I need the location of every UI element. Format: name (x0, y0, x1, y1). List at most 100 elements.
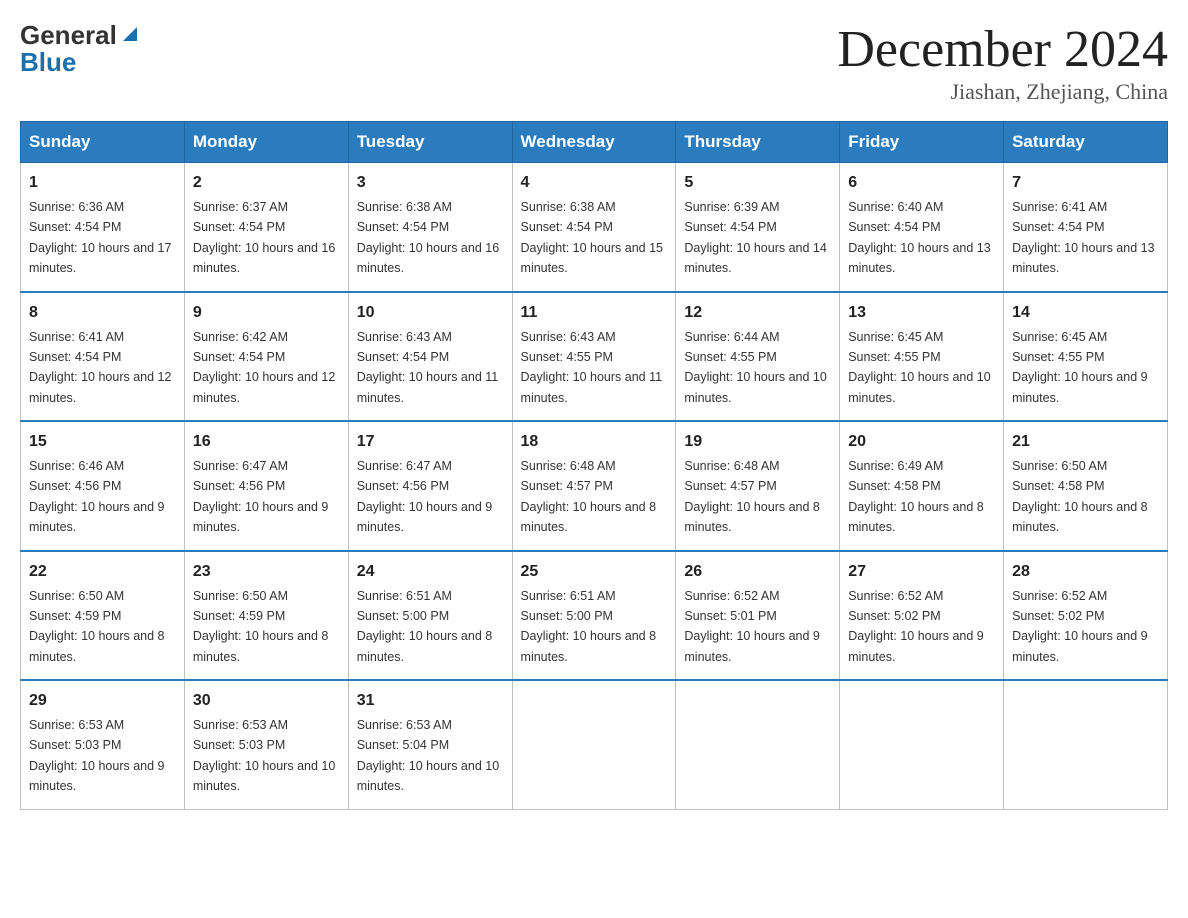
weekday-header-row: SundayMondayTuesdayWednesdayThursdayFrid… (21, 122, 1168, 163)
calendar-cell: 15 Sunrise: 6:46 AMSunset: 4:56 PMDaylig… (21, 421, 185, 551)
day-number: 28 (1012, 560, 1159, 584)
calendar-cell: 6 Sunrise: 6:40 AMSunset: 4:54 PMDayligh… (840, 163, 1004, 292)
calendar-cell: 26 Sunrise: 6:52 AMSunset: 5:01 PMDaylig… (676, 551, 840, 681)
day-info: Sunrise: 6:50 AMSunset: 4:58 PMDaylight:… (1012, 459, 1148, 534)
calendar-cell: 2 Sunrise: 6:37 AMSunset: 4:54 PMDayligh… (184, 163, 348, 292)
calendar-cell: 28 Sunrise: 6:52 AMSunset: 5:02 PMDaylig… (1004, 551, 1168, 681)
weekday-header-tuesday: Tuesday (348, 122, 512, 163)
calendar-cell: 19 Sunrise: 6:48 AMSunset: 4:57 PMDaylig… (676, 421, 840, 551)
day-number: 21 (1012, 430, 1159, 454)
day-number: 11 (521, 301, 668, 325)
day-info: Sunrise: 6:38 AMSunset: 4:54 PMDaylight:… (521, 200, 663, 275)
day-number: 10 (357, 301, 504, 325)
day-number: 18 (521, 430, 668, 454)
calendar-cell: 9 Sunrise: 6:42 AMSunset: 4:54 PMDayligh… (184, 292, 348, 422)
calendar-cell: 24 Sunrise: 6:51 AMSunset: 5:00 PMDaylig… (348, 551, 512, 681)
calendar-cell (512, 680, 676, 809)
day-info: Sunrise: 6:52 AMSunset: 5:02 PMDaylight:… (1012, 589, 1148, 664)
calendar-cell: 23 Sunrise: 6:50 AMSunset: 4:59 PMDaylig… (184, 551, 348, 681)
day-info: Sunrise: 6:38 AMSunset: 4:54 PMDaylight:… (357, 200, 499, 275)
day-number: 14 (1012, 301, 1159, 325)
day-number: 22 (29, 560, 176, 584)
calendar-cell (1004, 680, 1168, 809)
calendar-cell: 10 Sunrise: 6:43 AMSunset: 4:54 PMDaylig… (348, 292, 512, 422)
day-number: 1 (29, 171, 176, 195)
calendar-cell: 31 Sunrise: 6:53 AMSunset: 5:04 PMDaylig… (348, 680, 512, 809)
calendar-cell: 13 Sunrise: 6:45 AMSunset: 4:55 PMDaylig… (840, 292, 1004, 422)
day-info: Sunrise: 6:45 AMSunset: 4:55 PMDaylight:… (1012, 330, 1148, 405)
day-info: Sunrise: 6:51 AMSunset: 5:00 PMDaylight:… (521, 589, 657, 664)
day-info: Sunrise: 6:50 AMSunset: 4:59 PMDaylight:… (29, 589, 165, 664)
calendar-cell: 22 Sunrise: 6:50 AMSunset: 4:59 PMDaylig… (21, 551, 185, 681)
day-number: 4 (521, 171, 668, 195)
calendar-subtitle: Jiashan, Zhejiang, China (837, 79, 1168, 105)
calendar-cell: 21 Sunrise: 6:50 AMSunset: 4:58 PMDaylig… (1004, 421, 1168, 551)
weekday-header-thursday: Thursday (676, 122, 840, 163)
logo-blue-text: Blue (20, 47, 141, 78)
calendar-cell: 30 Sunrise: 6:53 AMSunset: 5:03 PMDaylig… (184, 680, 348, 809)
weekday-header-wednesday: Wednesday (512, 122, 676, 163)
day-info: Sunrise: 6:47 AMSunset: 4:56 PMDaylight:… (193, 459, 329, 534)
day-number: 8 (29, 301, 176, 325)
calendar-cell: 12 Sunrise: 6:44 AMSunset: 4:55 PMDaylig… (676, 292, 840, 422)
day-number: 27 (848, 560, 995, 584)
day-info: Sunrise: 6:39 AMSunset: 4:54 PMDaylight:… (684, 200, 826, 275)
day-number: 5 (684, 171, 831, 195)
weekday-header-monday: Monday (184, 122, 348, 163)
day-number: 12 (684, 301, 831, 325)
title-block: December 2024 Jiashan, Zhejiang, China (837, 20, 1168, 105)
day-info: Sunrise: 6:44 AMSunset: 4:55 PMDaylight:… (684, 330, 826, 405)
weekday-header-sunday: Sunday (21, 122, 185, 163)
calendar-cell (840, 680, 1004, 809)
calendar-cell: 5 Sunrise: 6:39 AMSunset: 4:54 PMDayligh… (676, 163, 840, 292)
day-number: 24 (357, 560, 504, 584)
day-info: Sunrise: 6:52 AMSunset: 5:01 PMDaylight:… (684, 589, 820, 664)
day-info: Sunrise: 6:47 AMSunset: 4:56 PMDaylight:… (357, 459, 493, 534)
logo: General Blue (20, 20, 141, 78)
day-info: Sunrise: 6:46 AMSunset: 4:56 PMDaylight:… (29, 459, 165, 534)
day-info: Sunrise: 6:43 AMSunset: 4:55 PMDaylight:… (521, 330, 663, 405)
calendar-week-5: 29 Sunrise: 6:53 AMSunset: 5:03 PMDaylig… (21, 680, 1168, 809)
day-info: Sunrise: 6:48 AMSunset: 4:57 PMDaylight:… (684, 459, 820, 534)
day-info: Sunrise: 6:36 AMSunset: 4:54 PMDaylight:… (29, 200, 171, 275)
calendar-cell: 3 Sunrise: 6:38 AMSunset: 4:54 PMDayligh… (348, 163, 512, 292)
day-number: 25 (521, 560, 668, 584)
calendar-week-3: 15 Sunrise: 6:46 AMSunset: 4:56 PMDaylig… (21, 421, 1168, 551)
calendar-cell: 11 Sunrise: 6:43 AMSunset: 4:55 PMDaylig… (512, 292, 676, 422)
day-info: Sunrise: 6:37 AMSunset: 4:54 PMDaylight:… (193, 200, 335, 275)
day-info: Sunrise: 6:45 AMSunset: 4:55 PMDaylight:… (848, 330, 990, 405)
day-number: 26 (684, 560, 831, 584)
calendar-cell: 7 Sunrise: 6:41 AMSunset: 4:54 PMDayligh… (1004, 163, 1168, 292)
day-number: 13 (848, 301, 995, 325)
calendar-cell: 18 Sunrise: 6:48 AMSunset: 4:57 PMDaylig… (512, 421, 676, 551)
day-number: 19 (684, 430, 831, 454)
day-number: 6 (848, 171, 995, 195)
calendar-cell: 29 Sunrise: 6:53 AMSunset: 5:03 PMDaylig… (21, 680, 185, 809)
calendar-week-2: 8 Sunrise: 6:41 AMSunset: 4:54 PMDayligh… (21, 292, 1168, 422)
day-info: Sunrise: 6:53 AMSunset: 5:03 PMDaylight:… (193, 718, 335, 793)
day-number: 9 (193, 301, 340, 325)
weekday-header-friday: Friday (840, 122, 1004, 163)
day-info: Sunrise: 6:40 AMSunset: 4:54 PMDaylight:… (848, 200, 990, 275)
calendar-title: December 2024 (837, 20, 1168, 79)
logo-triangle-icon (119, 23, 141, 45)
calendar-cell: 20 Sunrise: 6:49 AMSunset: 4:58 PMDaylig… (840, 421, 1004, 551)
calendar-cell: 14 Sunrise: 6:45 AMSunset: 4:55 PMDaylig… (1004, 292, 1168, 422)
calendar-week-1: 1 Sunrise: 6:36 AMSunset: 4:54 PMDayligh… (21, 163, 1168, 292)
calendar-cell: 4 Sunrise: 6:38 AMSunset: 4:54 PMDayligh… (512, 163, 676, 292)
day-number: 23 (193, 560, 340, 584)
day-number: 29 (29, 689, 176, 713)
day-number: 17 (357, 430, 504, 454)
day-info: Sunrise: 6:49 AMSunset: 4:58 PMDaylight:… (848, 459, 984, 534)
day-info: Sunrise: 6:42 AMSunset: 4:54 PMDaylight:… (193, 330, 335, 405)
day-number: 2 (193, 171, 340, 195)
calendar-week-4: 22 Sunrise: 6:50 AMSunset: 4:59 PMDaylig… (21, 551, 1168, 681)
calendar-cell: 1 Sunrise: 6:36 AMSunset: 4:54 PMDayligh… (21, 163, 185, 292)
day-info: Sunrise: 6:52 AMSunset: 5:02 PMDaylight:… (848, 589, 984, 664)
calendar-cell: 27 Sunrise: 6:52 AMSunset: 5:02 PMDaylig… (840, 551, 1004, 681)
day-info: Sunrise: 6:41 AMSunset: 4:54 PMDaylight:… (1012, 200, 1154, 275)
day-number: 31 (357, 689, 504, 713)
calendar-cell: 25 Sunrise: 6:51 AMSunset: 5:00 PMDaylig… (512, 551, 676, 681)
day-info: Sunrise: 6:53 AMSunset: 5:03 PMDaylight:… (29, 718, 165, 793)
day-info: Sunrise: 6:53 AMSunset: 5:04 PMDaylight:… (357, 718, 499, 793)
